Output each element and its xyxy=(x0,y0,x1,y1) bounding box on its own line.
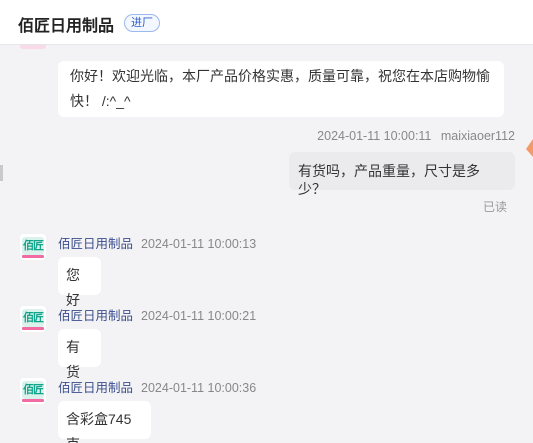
message-sender: 佰匠日用制品 xyxy=(58,237,134,251)
customer-avatar-icon xyxy=(526,139,533,157)
message-text: 有货 xyxy=(66,339,80,380)
shop-logo-icon[interactable]: 佰匠 xyxy=(20,234,46,260)
message-text: 您好 xyxy=(66,267,80,308)
message-text: 有货吗，产品重量，尺寸是多少？ xyxy=(298,163,480,197)
message-meta: 2024-01-11 10:00:11 maixiaoer112 xyxy=(317,129,515,143)
message-sender: 佰匠日用制品 xyxy=(58,381,134,395)
read-status: 已读 xyxy=(483,200,508,214)
message-bubble-shop[interactable]: 有货 xyxy=(58,329,101,380)
message-meta: 佰匠日用制品 2024-01-11 10:00:36 xyxy=(58,377,256,396)
message-sender: 佰匠日用制品 xyxy=(58,309,134,323)
message-timestamp: 2024-01-11 10:00:21 xyxy=(141,309,257,323)
message-timestamp: 2024-01-11 10:00:11 xyxy=(317,129,432,143)
shop-badge[interactable]: 进厂 xyxy=(124,14,160,32)
logo-mark: 佰匠 xyxy=(22,381,44,399)
shop-logo-icon[interactable]: 佰匠 xyxy=(20,306,46,332)
message-bubble-shop[interactable]: 您好 xyxy=(58,257,101,308)
message-timestamp: 2024-01-11 10:00:36 xyxy=(141,381,257,395)
logo-mark: 佰匠 xyxy=(22,237,44,255)
message-timestamp: 2024-01-11 10:00:13 xyxy=(141,237,257,251)
shop-logo-icon[interactable]: 佰匠 xyxy=(20,378,46,404)
message-bubble-shop[interactable]: 含彩盒745克 xyxy=(58,401,151,443)
shop-avatar-icon xyxy=(20,45,46,49)
message-meta: 佰匠日用制品 2024-01-11 10:00:13 xyxy=(58,233,256,252)
scroll-edge xyxy=(0,165,3,181)
message-meta: 佰匠日用制品 2024-01-11 10:00:21 xyxy=(58,305,256,324)
message-list[interactable]: 你好！欢迎光临，本厂产品价格实惠，质量可靠，祝您在本店购物愉快！ /:^_^ 2… xyxy=(0,45,533,443)
message-sender: maixiaoer112 xyxy=(440,129,515,143)
message-bubble-welcome[interactable]: 你好！欢迎光临，本厂产品价格实惠，质量可靠，祝您在本店购物愉快！ /:^_^ xyxy=(58,61,504,117)
message-text: 含彩盒745克 xyxy=(66,411,132,443)
message-bubble-customer[interactable]: 有货吗，产品重量，尺寸是多少？ xyxy=(289,152,515,197)
chat-header: 佰匠日用制品 进厂 xyxy=(0,0,533,45)
message-text: 你好！欢迎光临，本厂产品价格实惠，质量可靠，祝您在本店购物愉快！ /:^_^ xyxy=(70,68,490,109)
shop-name[interactable]: 佰匠日用制品 xyxy=(18,12,114,36)
logo-mark: 佰匠 xyxy=(22,309,44,327)
